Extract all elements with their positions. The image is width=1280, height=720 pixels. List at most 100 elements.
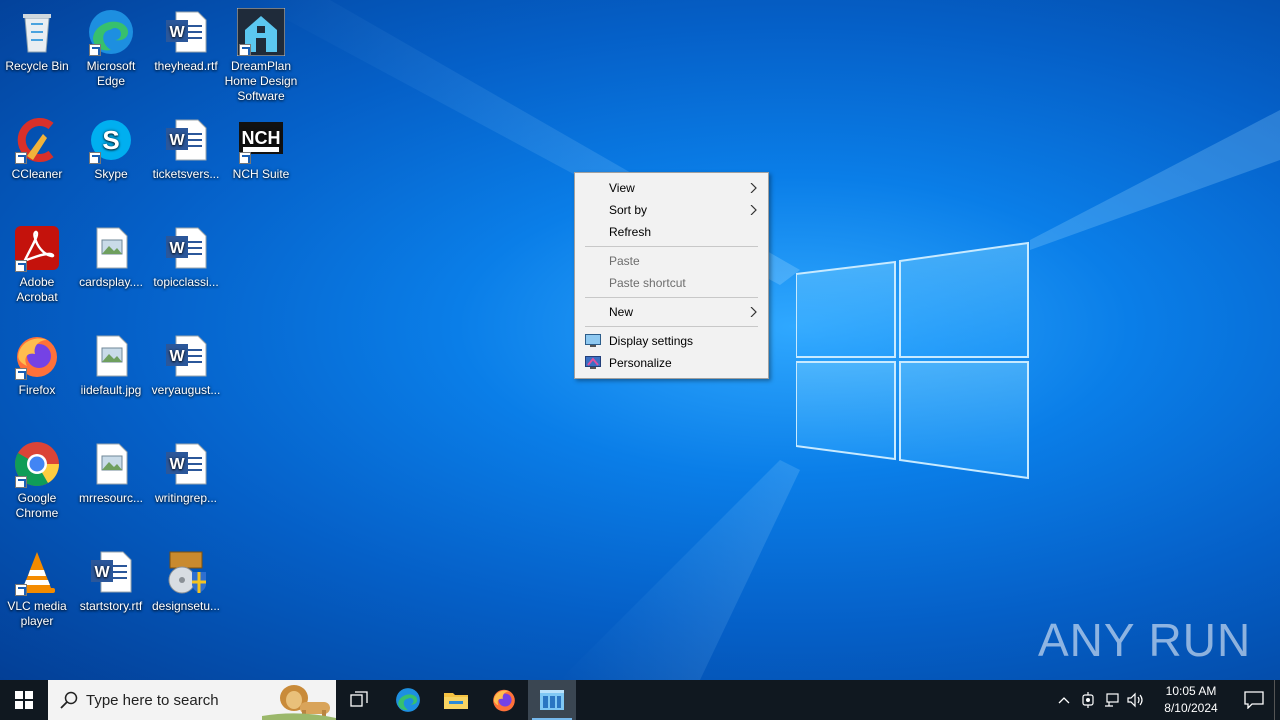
notification-icon xyxy=(1244,691,1264,709)
menu-item-paste: Paste xyxy=(575,250,768,272)
volume-icon xyxy=(1127,692,1143,708)
search-placeholder: Type here to search xyxy=(86,691,219,709)
adobe-acrobat-icon[interactable]: Adobe Acrobat xyxy=(0,224,74,305)
menu-item-label: Paste shortcut xyxy=(609,276,686,290)
icon-label: mrresourc... xyxy=(78,491,143,505)
chevron-right-icon xyxy=(750,183,757,193)
search-highlight-lion-icon xyxy=(262,685,336,720)
icon-label: writingrep... xyxy=(154,491,218,505)
firefox-icon[interactable]: Firefox xyxy=(0,332,74,398)
microsoft-edge-icon[interactable]: Microsoft Edge xyxy=(74,8,148,89)
menu-item-personalize[interactable]: Personalize xyxy=(575,352,768,374)
icon-label: Recycle Bin xyxy=(5,59,69,73)
chevron-right-icon xyxy=(750,205,757,215)
windows-logo-wallpaper xyxy=(796,241,1029,480)
menu-item-label: New xyxy=(609,305,634,319)
tray-device-button[interactable] xyxy=(1076,680,1100,720)
windows-start-icon xyxy=(15,691,33,709)
icon-label: Skype xyxy=(94,167,128,181)
tray-volume-button[interactable] xyxy=(1124,680,1148,720)
menu-item-label: Sort by xyxy=(609,203,648,217)
tray-network-button[interactable] xyxy=(1100,680,1124,720)
icon-label: DreamPlan Home Design Software xyxy=(224,59,298,103)
edge-icon xyxy=(396,688,420,712)
menu-item-display-settings[interactable]: Display settings xyxy=(575,330,768,352)
icon-label: ticketsvers... xyxy=(152,167,220,181)
designsetu-installer-icon[interactable]: designsetu... xyxy=(149,548,223,614)
taskbar-search-box[interactable]: Type here to search xyxy=(48,680,336,720)
nch-suite-icon[interactable]: NCH NCH Suite xyxy=(224,116,298,182)
icon-label: Microsoft Edge xyxy=(86,59,136,88)
taskbar-firefox-button[interactable] xyxy=(480,680,528,720)
mrresourc-file-icon[interactable]: mrresourc... xyxy=(74,440,148,506)
folder-icon xyxy=(444,693,468,709)
display-icon xyxy=(585,334,601,347)
vlc-icon[interactable]: VLC media player xyxy=(0,548,74,629)
device-icon xyxy=(1082,692,1094,708)
task-view-icon xyxy=(350,691,368,707)
ticketsvers-word-icon[interactable]: W ticketsvers... xyxy=(149,116,223,182)
icon-label: Firefox xyxy=(18,383,56,397)
ccleaner-icon[interactable]: CCleaner xyxy=(0,116,74,182)
menu-item-new[interactable]: New xyxy=(575,301,768,323)
menu-separator xyxy=(585,326,758,327)
shortcut-arrow-icon xyxy=(239,152,251,164)
action-center-button[interactable] xyxy=(1234,680,1274,720)
icon-label: veryaugust... xyxy=(151,383,221,397)
svg-text:W: W xyxy=(169,240,185,257)
svg-text:NCH: NCH xyxy=(242,128,281,148)
taskbar-file-explorer-button[interactable] xyxy=(432,680,480,720)
google-chrome-icon[interactable]: Google Chrome xyxy=(0,440,74,521)
menu-separator xyxy=(585,297,758,298)
chevron-right-icon xyxy=(750,307,757,317)
svg-text:W: W xyxy=(169,348,185,365)
shortcut-arrow-icon xyxy=(15,476,27,488)
icon-label: VLC media player xyxy=(7,599,67,628)
icon-label: startstory.rtf xyxy=(79,599,143,613)
tray-overflow-button[interactable] xyxy=(1052,680,1076,720)
menu-item-view[interactable]: View xyxy=(575,177,768,199)
desktop[interactable]: Recycle Bin CCleaner Adobe Acrobat Firef… xyxy=(0,0,1280,680)
dreamplan-icon[interactable]: DreamPlan Home Design Software xyxy=(224,8,298,104)
taskbar-edge-button[interactable] xyxy=(384,680,432,720)
start-button[interactable] xyxy=(0,680,48,720)
task-view-button[interactable] xyxy=(336,680,384,720)
taskbar-active-app-button[interactable] xyxy=(528,680,576,720)
svg-text:W: W xyxy=(169,132,185,149)
menu-item-label: Refresh xyxy=(609,225,652,239)
topicclassi-word-icon[interactable]: W topicclassi... xyxy=(149,224,223,290)
iidefault-file-icon[interactable]: iidefault.jpg xyxy=(74,332,148,398)
shortcut-arrow-icon xyxy=(15,260,27,272)
shortcut-arrow-icon xyxy=(239,44,251,56)
personalize-icon xyxy=(585,356,601,369)
icon-label: NCH Suite xyxy=(232,167,290,181)
veryaugust-word-icon[interactable]: W veryaugust... xyxy=(149,332,223,398)
show-desktop-button[interactable] xyxy=(1274,680,1280,720)
desktop-context-menu: View Sort by Refresh Paste Paste shortcu… xyxy=(574,172,769,379)
theyhead-word-icon[interactable]: W theyhead.rtf xyxy=(149,8,223,74)
menu-item-sort-by[interactable]: Sort by xyxy=(575,199,768,221)
menu-item-label: Paste xyxy=(609,254,640,268)
shortcut-arrow-icon xyxy=(89,152,101,164)
cardsplay-file-icon[interactable]: cardsplay.... xyxy=(74,224,148,290)
svg-text:W: W xyxy=(169,456,185,473)
writingrep-word-icon[interactable]: W writingrep... xyxy=(149,440,223,506)
svg-text:W: W xyxy=(94,564,110,581)
icon-label: designsetu... xyxy=(151,599,221,613)
taskbar-clock[interactable]: 10:05 AM 8/10/2024 xyxy=(1154,683,1228,717)
app-window-icon xyxy=(540,690,564,710)
firefox-icon xyxy=(493,689,515,712)
anyrun-watermark: ANY RUN xyxy=(1038,614,1252,666)
recycle-bin-icon[interactable]: Recycle Bin xyxy=(0,8,74,74)
shortcut-arrow-icon xyxy=(15,152,27,164)
skype-icon[interactable]: S Skype xyxy=(74,116,148,182)
icon-label: cardsplay.... xyxy=(79,275,143,289)
icon-label: iidefault.jpg xyxy=(80,383,142,397)
menu-item-refresh[interactable]: Refresh xyxy=(575,221,768,243)
startstory-word-icon[interactable]: W startstory.rtf xyxy=(74,548,148,614)
icon-label: topicclassi... xyxy=(153,275,219,289)
shortcut-arrow-icon xyxy=(15,368,27,380)
chevron-up-icon xyxy=(1058,697,1070,704)
menu-separator xyxy=(585,246,758,247)
menu-item-label: Display settings xyxy=(609,334,694,348)
